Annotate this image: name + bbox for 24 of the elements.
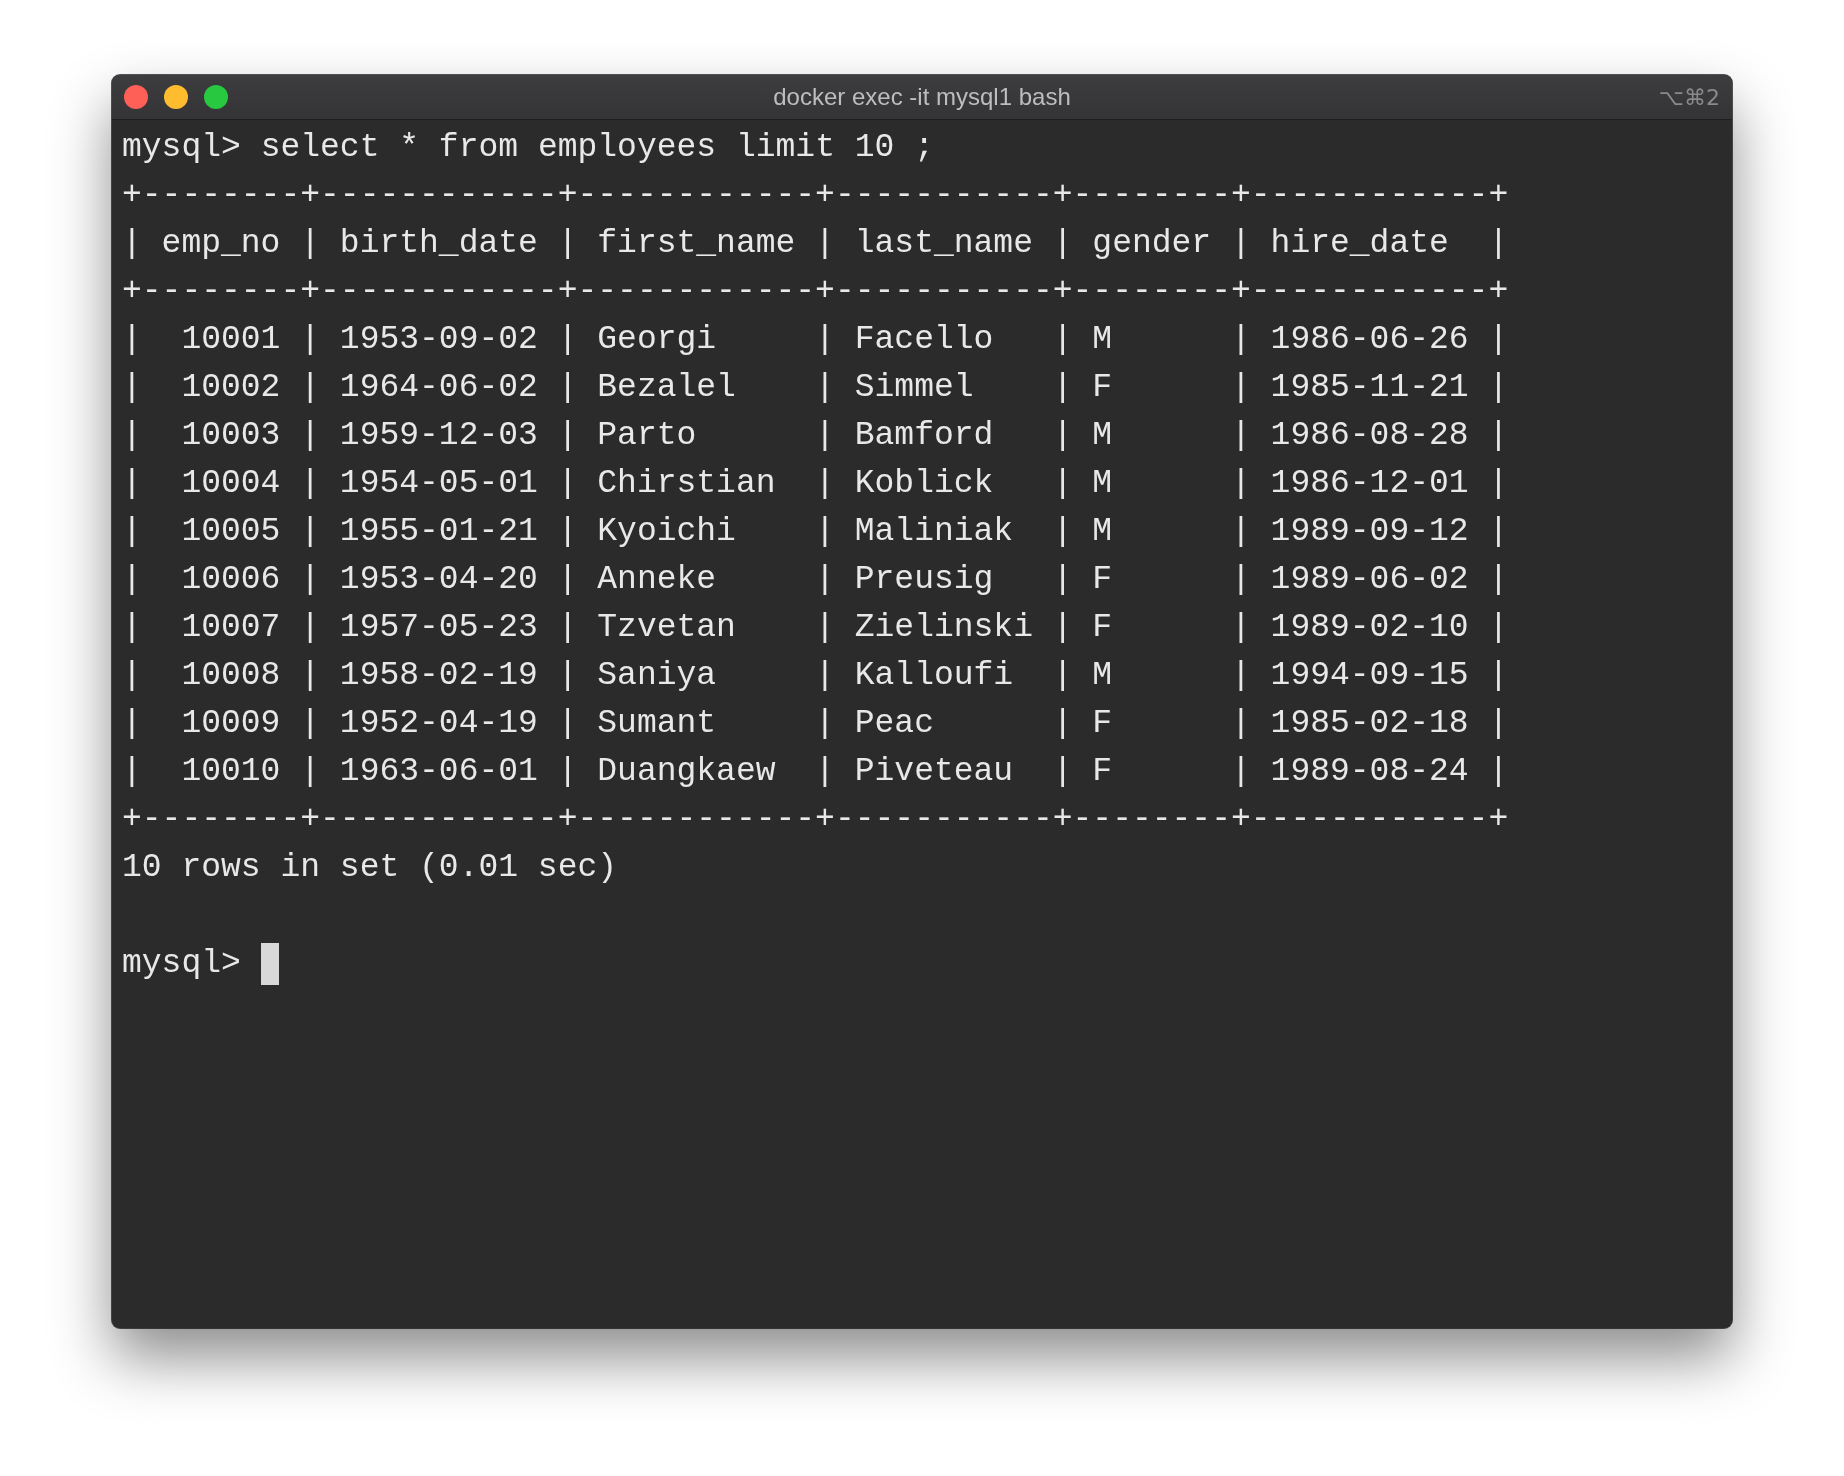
table-line: | 10006 | 1953-04-20 | Anneke | Preusig | F | 1989-06-02 |	[122, 560, 1509, 600]
table-line: | 10005 | 1955-01-21 | Kyoichi | Maliniak | M | 1989-09-12 |	[122, 512, 1509, 552]
prompt: mysql>	[122, 944, 241, 984]
result-text: 10 rows in set (0.01 sec)	[122, 848, 618, 888]
window-title: docker exec -it mysql1 bash	[773, 83, 1071, 111]
table-line: +--------+------------+------------+-----------+--------+------------+	[122, 800, 1509, 840]
text-cursor	[260, 943, 279, 985]
zoom-button[interactable]	[204, 85, 228, 109]
table-line: +--------+------------+------------+-----------+--------+------------+	[122, 176, 1509, 216]
table-line: | 10010 | 1963-06-01 | Duangkaew | Piveteau | F | 1989-08-24 |	[122, 752, 1509, 792]
table-line: | 10007 | 1957-05-23 | Tzvetan | Zielinski | F | 1989-02-10 |	[122, 608, 1509, 648]
table-line: | emp_no | birth_date | first_name | last_name | gender | hire_date |	[122, 224, 1509, 264]
command-text: select * from employees limit 10 ;	[260, 128, 934, 168]
table-line: | 10004 | 1954-05-01 | Chirstian | Koblick | M | 1986-12-01 |	[122, 464, 1509, 504]
table-line: | 10002 | 1964-06-02 | Bezalel | Simmel | F | 1985-11-21 |	[122, 368, 1509, 408]
table-line: | 10009 | 1952-04-19 | Sumant | Peac | F | 1985-02-18 |	[122, 704, 1509, 744]
table-line: | 10001 | 1953-09-02 | Georgi | Facello | M | 1986-06-26 |	[122, 320, 1509, 360]
tab-shortcut: ⌥⌘2	[1658, 84, 1720, 110]
table-line: +--------+------------+------------+-----------+--------+------------+	[122, 272, 1509, 312]
table-line: | 10003 | 1959-12-03 | Parto | Bamford | M | 1986-08-28 |	[122, 416, 1509, 456]
minimize-button[interactable]	[164, 85, 188, 109]
close-button[interactable]	[124, 85, 148, 109]
prompt: mysql>	[122, 128, 241, 168]
table-line: | 10008 | 1958-02-19 | Saniya | Kalloufi | M | 1994-09-15 |	[122, 656, 1509, 696]
